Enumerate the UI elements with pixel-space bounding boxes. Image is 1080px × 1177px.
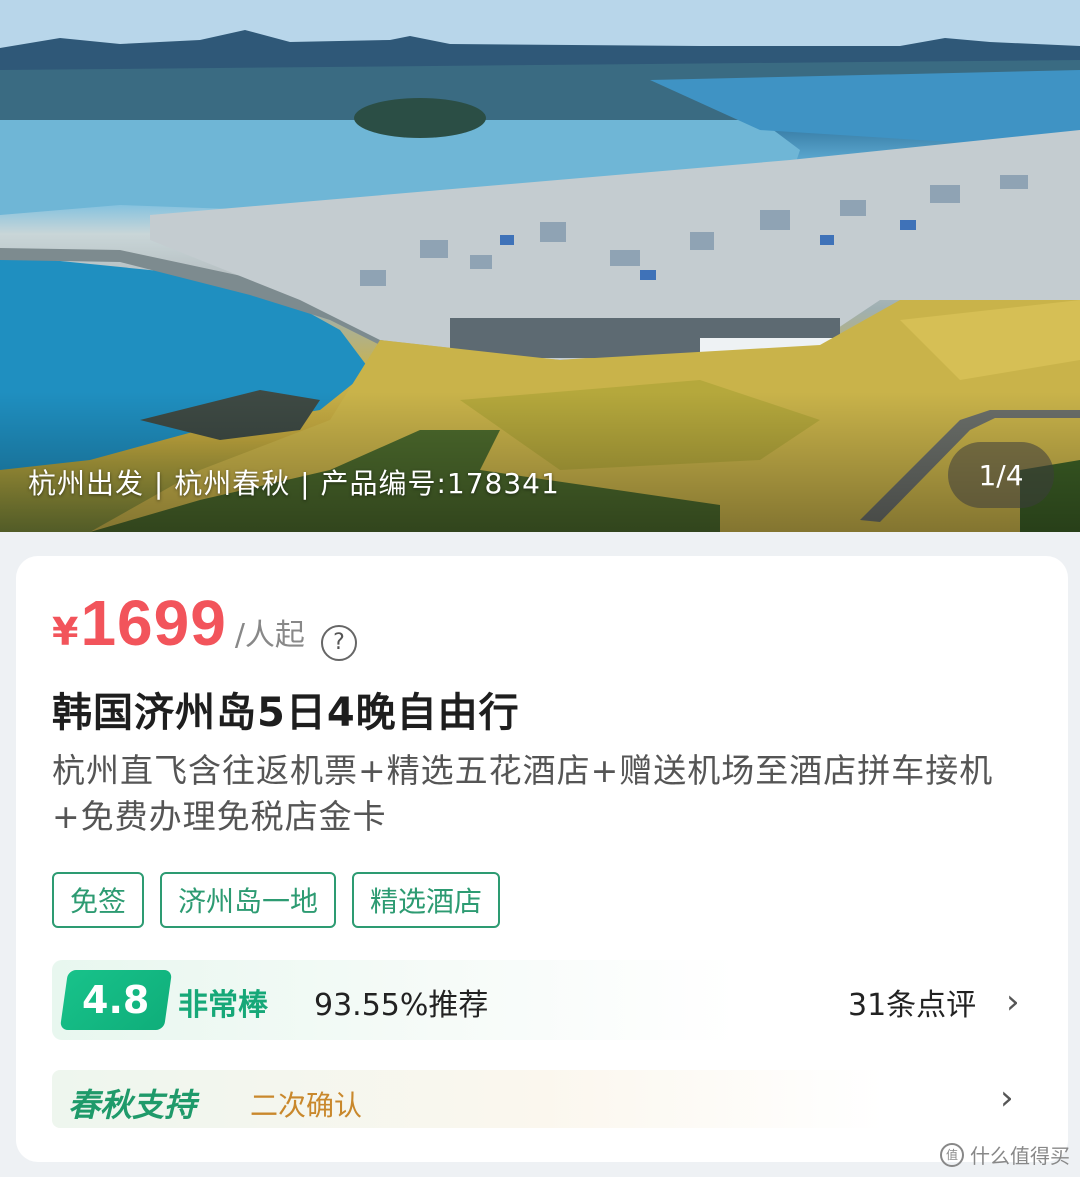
spring-autumn-support-logo: 春秋支持 bbox=[68, 1080, 196, 1126]
price-row: ¥ 1699 /人起 ? bbox=[52, 586, 357, 661]
tag-visa-free: 免签 bbox=[52, 872, 145, 928]
price-value: 1699 bbox=[80, 587, 227, 659]
watermark-icon: 值 bbox=[940, 1142, 964, 1167]
tag-selected-hotel: 精选酒店 bbox=[352, 872, 501, 928]
watermark-text: 什么值得买 bbox=[970, 1144, 1070, 1168]
rating-score: 4.8 bbox=[82, 978, 150, 1022]
help-icon[interactable]: ? bbox=[320, 624, 357, 661]
rating-label: 非常棒 bbox=[178, 988, 268, 1023]
recommend-rate: 93.55%推荐 bbox=[314, 988, 489, 1023]
chevron-right-icon[interactable]: › bbox=[1006, 982, 1020, 1022]
review-count[interactable]: 31条点评 bbox=[848, 980, 976, 1024]
support-logo-text: 春秋支持 bbox=[68, 1086, 197, 1124]
chevron-right-icon[interactable]: › bbox=[1000, 1078, 1014, 1118]
product-info-card: ¥ 1699 /人起 ? 韩国济州岛5日4晚自由行 杭州直飞含往返机票+精选五花… bbox=[16, 556, 1068, 1162]
price-currency: ¥ bbox=[52, 610, 79, 654]
price-unit: /人起 bbox=[234, 618, 305, 653]
tag-list: 免签 济州岛一地 精选酒店 bbox=[52, 872, 501, 928]
product-title: 韩国济州岛5日4晚自由行 bbox=[52, 690, 520, 736]
rating-score-badge: 4.8 bbox=[59, 970, 173, 1030]
product-subtitle: 杭州直飞含往返机票+精选五花酒店+赠送机场至酒店拼车接机+免费办理免税店金卡 bbox=[52, 751, 994, 836]
image-pager-indicator[interactable]: 1/4 bbox=[948, 442, 1054, 508]
hero-image[interactable]: 杭州出发 | 杭州春秋 | 产品编号:178341 1/4 bbox=[0, 0, 1080, 532]
rating-row[interactable]: 4.8 非常棒 93.55%推荐 31条点评 › bbox=[52, 960, 1032, 1040]
hero-caption: 杭州出发 | 杭州春秋 | 产品编号:178341 bbox=[28, 467, 560, 500]
support-row[interactable]: 春秋支持 二次确认 › bbox=[52, 1070, 1032, 1128]
watermark: 值 什么值得买 bbox=[940, 1140, 1070, 1169]
tag-jeju-only: 济州岛一地 bbox=[160, 872, 337, 928]
support-text: 二次确认 bbox=[250, 1089, 363, 1122]
